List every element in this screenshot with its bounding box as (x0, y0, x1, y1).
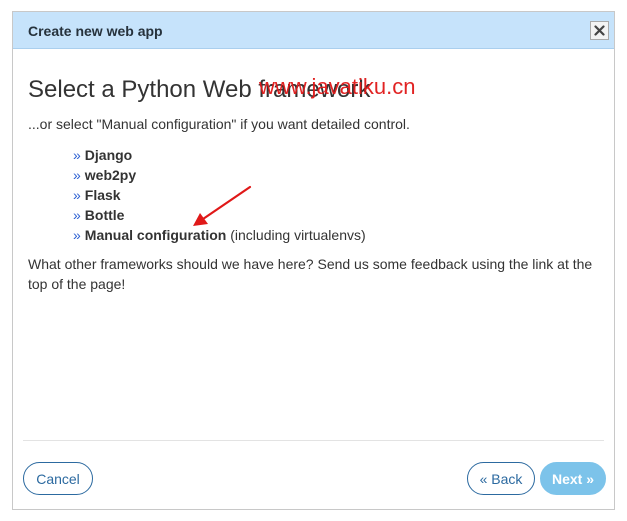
dialog-titlebar: Create new web app (13, 12, 614, 49)
framework-name: Bottle (84, 207, 125, 223)
close-button[interactable] (590, 21, 609, 40)
watermark-text: www.javatiku.cn (259, 74, 416, 99)
close-icon (594, 25, 605, 36)
next-button[interactable]: Next » (540, 462, 606, 495)
framework-note: (including virtualenvs) (230, 227, 366, 243)
bullet-icon: » (73, 187, 81, 203)
framework-list: » Django » web2py » Flask » Bottle » Manual c… (73, 145, 366, 245)
framework-name: Django (84, 147, 133, 163)
footer-divider (23, 440, 604, 441)
feedback-text: What other frameworks should we have her… (28, 256, 593, 292)
bullet-icon: » (73, 207, 81, 223)
framework-name: Manual configuration (84, 227, 227, 243)
cancel-button[interactable]: Cancel (23, 462, 93, 495)
framework-option-flask[interactable]: » Flask (73, 185, 366, 205)
framework-name: web2py (84, 167, 137, 183)
page-subtitle: ...or select "Manual configuration" if y… (28, 116, 410, 132)
bullet-icon: » (73, 167, 81, 183)
bullet-icon: » (73, 227, 81, 243)
back-button[interactable]: « Back (467, 462, 535, 495)
bullet-icon: » (73, 147, 81, 163)
dialog-title: Create new web app (28, 23, 163, 39)
framework-option-manual[interactable]: » Manual configuration (including virtual… (73, 225, 366, 245)
create-web-app-dialog: Create new web app Select a Python Web f… (12, 11, 615, 510)
framework-option-bottle[interactable]: » Bottle (73, 205, 366, 225)
framework-option-web2py[interactable]: » web2py (73, 165, 366, 185)
framework-name: Flask (84, 187, 121, 203)
framework-option-django[interactable]: » Django (73, 145, 366, 165)
